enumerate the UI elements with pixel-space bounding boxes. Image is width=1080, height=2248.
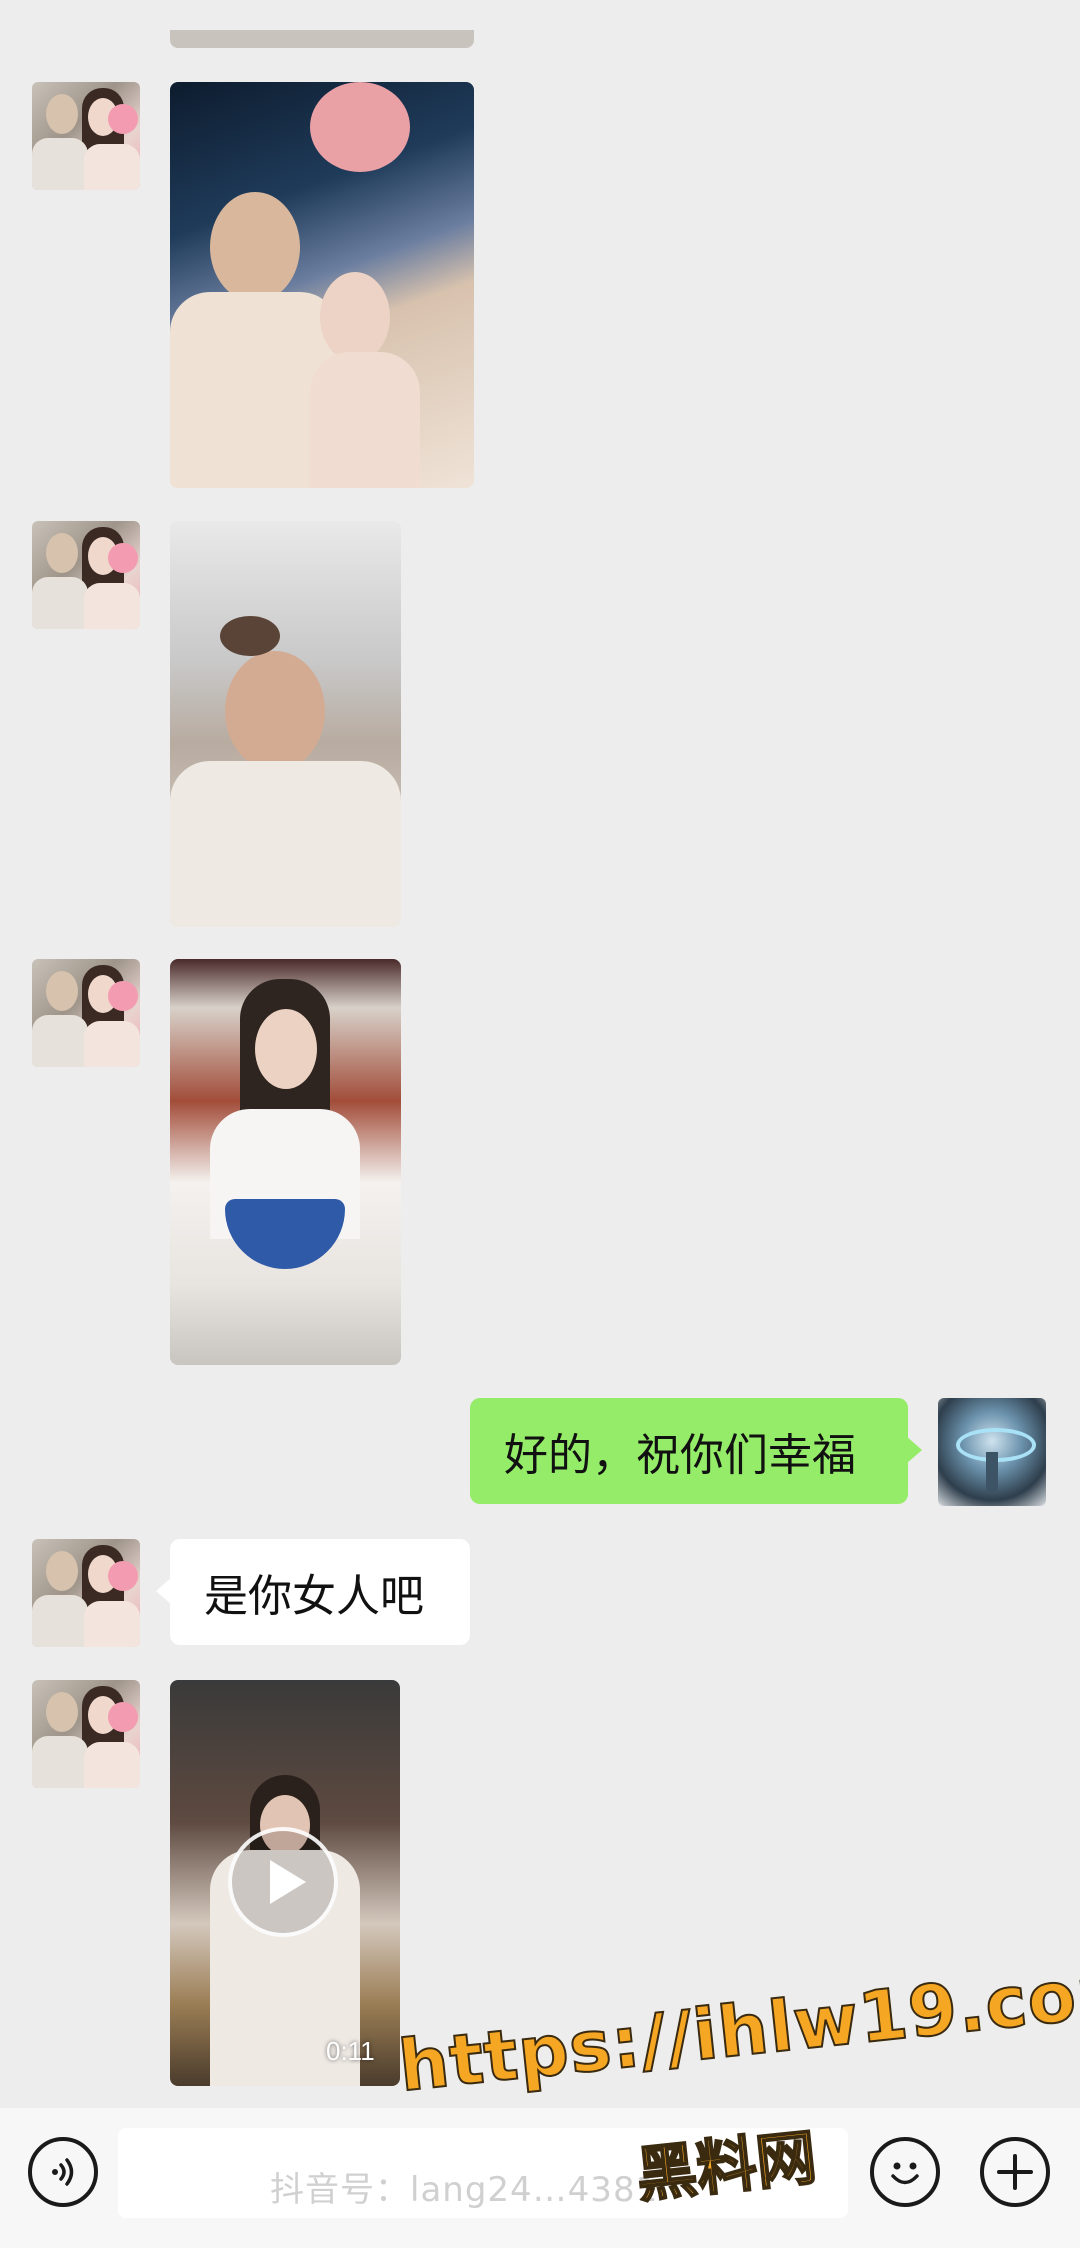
outgoing-message-text: 好的，祝你们幸福 [504, 1430, 856, 1481]
photo-message[interactable] [170, 82, 474, 488]
previous-media-edge[interactable] [170, 30, 474, 48]
emoji-icon[interactable] [870, 2137, 940, 2207]
plus-sign-icon [997, 2154, 1033, 2190]
watermark-url: https://ihlw19.com [394, 1946, 1080, 2108]
incoming-message-text: 是你女人吧 [204, 1571, 424, 1622]
contact-avatar[interactable] [32, 82, 140, 190]
outgoing-message-bubble[interactable]: 好的，祝你们幸福 [470, 1398, 922, 1504]
contact-avatar[interactable] [32, 1539, 140, 1647]
voice-waves-icon [52, 2158, 74, 2186]
smiley-face-icon [891, 2162, 919, 2185]
douyin-watermark: 抖音号：lang24…4381 [270, 2170, 659, 2210]
photo-message[interactable] [170, 521, 401, 927]
photo-message[interactable] [170, 959, 401, 1365]
voice-icon[interactable] [28, 2137, 98, 2207]
incoming-message-bubble[interactable]: 是你女人吧 [156, 1539, 470, 1645]
contact-avatar[interactable] [32, 521, 140, 629]
video-play-icon[interactable] [228, 1827, 338, 1937]
video-duration: 0:11 [326, 2036, 375, 2066]
contact-avatar[interactable] [32, 1680, 140, 1788]
self-avatar[interactable] [938, 1398, 1046, 1506]
plus-icon[interactable] [980, 2137, 1050, 2207]
contact-avatar[interactable] [32, 959, 140, 1067]
